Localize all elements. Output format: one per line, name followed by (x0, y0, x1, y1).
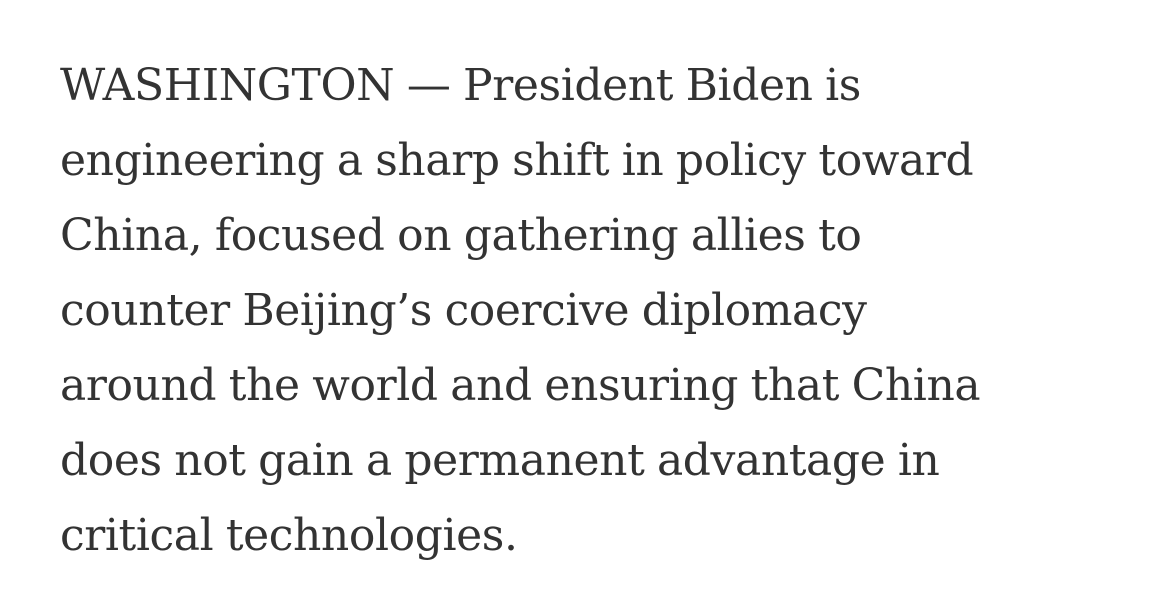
paragraph-line: engineering a sharp shift in policy towa… (60, 135, 974, 186)
paragraph-line: counter Beijing’s coercive diplomacy (60, 285, 867, 336)
article-paragraph: WASHINGTON — President Biden is engineer… (60, 48, 1110, 573)
paragraph-line: around the world and ensuring that China (60, 360, 981, 411)
paragraph-line: WASHINGTON — President Biden is (60, 60, 861, 111)
paragraph-line: critical technologies. (60, 510, 518, 561)
paragraph-line: China, focused on gathering allies to (60, 210, 862, 261)
article-excerpt: WASHINGTON — President Biden is engineer… (0, 0, 1170, 591)
paragraph-line: does not gain a permanent advantage in (60, 435, 940, 486)
